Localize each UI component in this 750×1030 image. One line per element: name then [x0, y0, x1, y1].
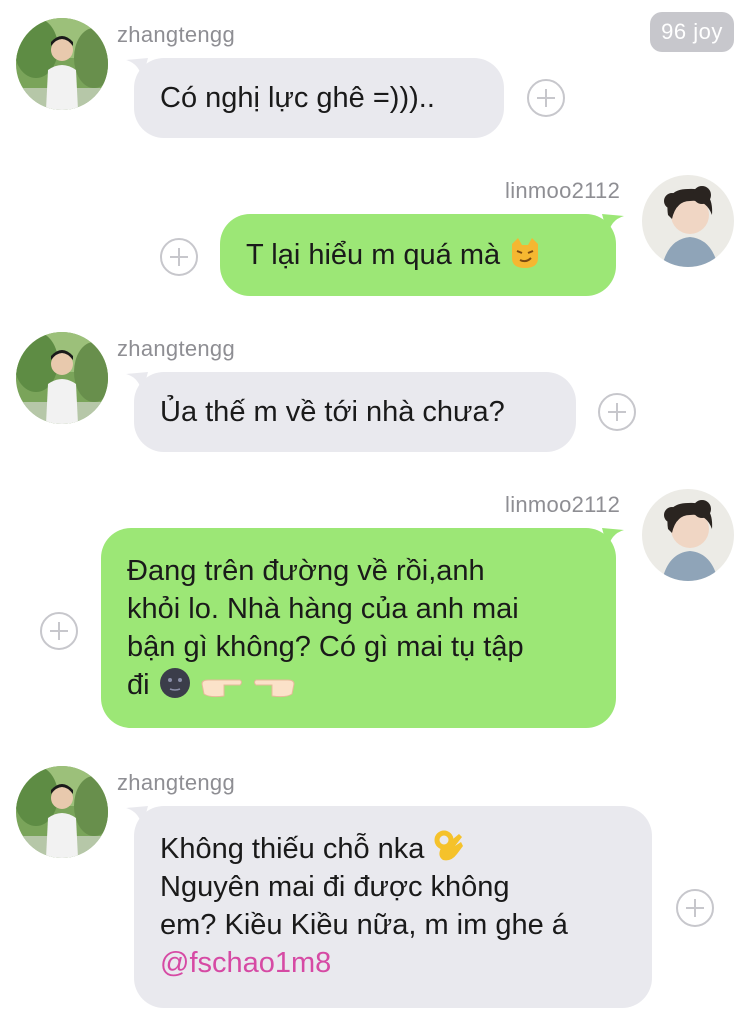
add-reaction-button[interactable]	[160, 238, 198, 276]
joy-counter-badge: 96 joy	[650, 12, 734, 52]
bubble-tail	[126, 806, 148, 828]
bubble-tail	[602, 528, 624, 550]
message-line: Đang trên đường về rồi,anh	[127, 555, 485, 587]
message-text: T lại hiểu m quá mà	[246, 239, 501, 271]
point-right-icon	[201, 679, 242, 698]
message-bubble-outgoing[interactable]: Đang trên đường về rồi,anh khỏi lo. Nhà …	[101, 528, 624, 728]
avatar-zhangtengg[interactable]	[16, 18, 108, 110]
message-bubble-incoming[interactable]: Có nghị lực ghê =)))..	[126, 58, 504, 138]
new-moon-face-icon	[159, 668, 190, 698]
point-left-icon	[253, 679, 295, 698]
ok-hand-icon	[434, 830, 463, 861]
message-text: Có nghị lực ghê =)))	[160, 82, 419, 114]
mention-link[interactable]: @fschao1m8	[160, 944, 626, 982]
add-reaction-button[interactable]	[598, 393, 636, 431]
bubble-tail	[126, 58, 148, 80]
add-reaction-button[interactable]	[676, 889, 714, 927]
message-line: Không thiếu chỗ nka	[160, 833, 425, 865]
username-linmoo2112: linmoo2112	[505, 492, 621, 517]
username-zhangtengg: zhangtengg	[117, 22, 235, 47]
avatar-linmoo2112[interactable]	[642, 489, 734, 581]
message-line: đi	[127, 669, 150, 701]
add-reaction-button[interactable]	[40, 612, 78, 650]
avatar-zhangtengg[interactable]	[16, 332, 108, 424]
message-line: Nguyên mai đi được không	[160, 871, 510, 903]
avatar-zhangtengg[interactable]	[16, 766, 108, 858]
smirking-cat-icon	[512, 238, 539, 268]
message-line-with-emoji: đi	[127, 666, 590, 704]
add-reaction-button[interactable]	[527, 79, 565, 117]
message-text: Ủa thế m về tới nhà chưa?	[160, 396, 505, 428]
message-line: khỏi lo. Nhà hàng của anh mai	[127, 593, 519, 625]
message-line-with-emoji: Không thiếu chỗ nka	[160, 830, 626, 868]
username-zhangtengg: zhangtengg	[117, 770, 235, 795]
message-suffix: ..	[418, 82, 435, 114]
username-zhangtengg: zhangtengg	[117, 336, 235, 361]
message-line: bận gì không? Có gì mai tụ tập	[127, 631, 524, 663]
message-line: em? Kiều Kiều nữa, m im ghe á	[160, 909, 568, 941]
avatar-linmoo2112[interactable]	[642, 175, 734, 267]
message-bubble-incoming[interactable]: Không thiếu chỗ nka Nguyên mai đi được k…	[126, 806, 652, 1008]
bubble-tail	[602, 214, 624, 236]
bubble-tail	[126, 372, 148, 394]
username-linmoo2112: linmoo2112	[505, 178, 621, 203]
message-bubble-outgoing[interactable]: T lại hiểu m quá mà	[220, 214, 624, 296]
message-bubble-incoming[interactable]: Ủa thế m về tới nhà chưa?	[126, 372, 576, 452]
